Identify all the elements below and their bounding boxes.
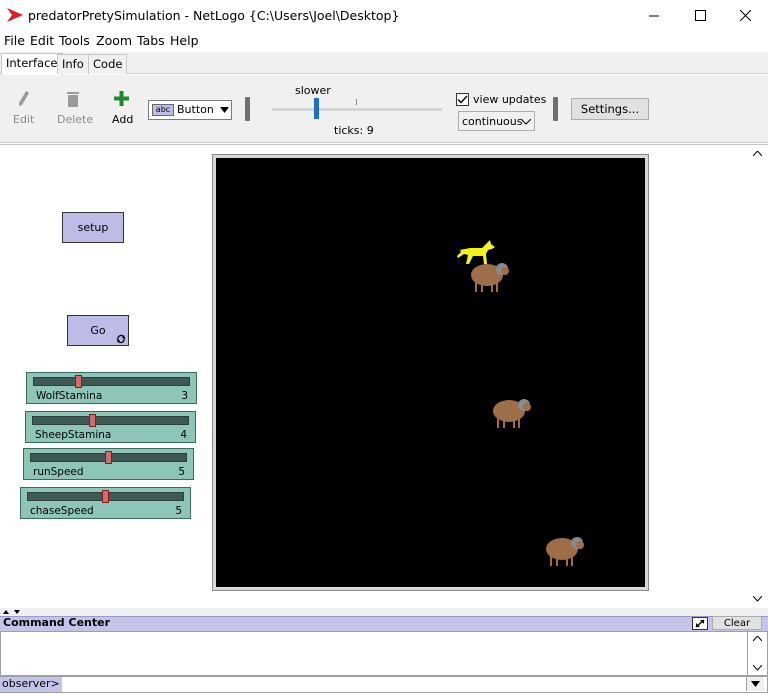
sheep-agent	[471, 263, 509, 292]
menu-help[interactable]: Help	[170, 33, 199, 48]
setup-button[interactable]: setup	[62, 212, 124, 243]
window-title: predatorPretySimulation - NetLogo {C:\Us…	[28, 8, 400, 23]
slider-thumb[interactable]	[89, 414, 96, 427]
slider-track	[32, 416, 189, 425]
slider-track	[33, 377, 190, 386]
chevron-down-icon	[753, 596, 762, 602]
go-button-label: Go	[90, 324, 106, 337]
widget-type-dropdown[interactable]: abc Button	[148, 100, 232, 120]
chevron-down-icon	[220, 107, 229, 113]
minimize-icon	[649, 15, 659, 16]
go-button[interactable]: Go	[67, 315, 129, 346]
slider-value: 3	[181, 390, 188, 402]
add-plus-icon	[114, 91, 129, 106]
widget-type-value: Button	[177, 103, 214, 116]
maximize-button[interactable]	[677, 0, 723, 31]
slider-value: 5	[175, 505, 182, 517]
slider-runspeed[interactable]: runSpeed 5	[23, 448, 194, 480]
maximize-icon	[694, 10, 706, 21]
command-output-area	[0, 631, 748, 676]
slider-thumb[interactable]	[105, 451, 112, 464]
tab-interface[interactable]: Interface	[1, 53, 63, 75]
slider-name: WolfStamina	[36, 390, 103, 402]
tab-info[interactable]: Info	[57, 54, 89, 74]
speed-slider-tick	[356, 99, 357, 105]
expand-arrows-icon	[695, 619, 705, 628]
toolbar-divider	[553, 97, 558, 121]
splitter-arrows-icon	[3, 610, 20, 614]
close-button[interactable]	[722, 0, 768, 31]
sheep-agent	[546, 537, 584, 566]
forever-loop-icon	[116, 334, 126, 344]
minimize-button[interactable]	[631, 0, 677, 31]
pencil-icon	[19, 91, 29, 106]
speed-slider-track[interactable]	[272, 108, 442, 111]
slider-value: 5	[178, 466, 185, 478]
chevron-down-icon	[753, 665, 762, 671]
menu-edit[interactable]: Edit	[30, 33, 54, 48]
button-widget-icon: abc	[152, 104, 174, 116]
update-mode-value: continuous	[462, 115, 523, 128]
checkmark-icon	[457, 95, 468, 104]
view-updates-label: view updates	[473, 93, 547, 106]
slider-thumb[interactable]	[102, 490, 109, 503]
close-icon	[739, 10, 751, 21]
world-view[interactable]	[216, 158, 645, 587]
chevron-up-icon	[753, 151, 762, 157]
menu-file[interactable]: File	[4, 33, 25, 48]
slider-name: SheepStamina	[35, 429, 112, 441]
clear-button[interactable]: Clear	[712, 616, 762, 630]
command-input[interactable]	[56, 677, 744, 692]
delete-button[interactable]: Delete	[57, 113, 93, 126]
slider-sheepstamina[interactable]: SheepStamina 4	[25, 411, 196, 443]
sheep-agent	[493, 399, 531, 428]
add-button[interactable]: Add	[112, 113, 133, 126]
edit-button[interactable]: Edit	[13, 113, 34, 126]
expand-command-center-button[interactable]	[692, 617, 708, 630]
trash-icon	[67, 92, 79, 107]
slider-name: chaseSpeed	[30, 505, 94, 517]
speed-label: slower	[295, 84, 331, 97]
chevron-down-icon	[521, 119, 531, 125]
chevron-up-icon	[753, 636, 762, 642]
settings-button[interactable]: Settings...	[571, 98, 649, 120]
command-center-title: Command Center	[3, 616, 111, 629]
ticks-counter: ticks: 9	[334, 124, 374, 137]
command-history-dropdown[interactable]	[746, 677, 764, 691]
slider-thumb[interactable]	[75, 375, 82, 388]
update-mode-dropdown[interactable]: continuous	[458, 111, 535, 131]
menu-tools[interactable]: Tools	[59, 33, 90, 48]
netlogo-logo-icon	[7, 8, 23, 22]
speed-slider-thumb[interactable]	[314, 98, 319, 119]
slider-name: runSpeed	[33, 466, 84, 478]
tab-code[interactable]: Code	[88, 54, 128, 74]
slider-wolfstamina[interactable]: WolfStamina 3	[26, 372, 197, 404]
slider-value: 4	[180, 429, 187, 441]
chevron-down-icon	[751, 681, 760, 687]
observer-prompt[interactable]: observer>	[0, 677, 62, 692]
toolbar-divider	[245, 97, 250, 121]
command-output-scrollbar[interactable]	[748, 631, 768, 676]
view-updates-checkbox[interactable]	[456, 93, 469, 106]
menu-zoom[interactable]: Zoom	[96, 33, 132, 48]
interface-scrollbar[interactable]	[748, 145, 768, 608]
slider-chasespeed[interactable]: chaseSpeed 5	[20, 487, 191, 519]
command-center-header	[0, 616, 768, 631]
panel-splitter[interactable]	[0, 608, 768, 616]
menu-tabs[interactable]: Tabs	[137, 33, 165, 48]
